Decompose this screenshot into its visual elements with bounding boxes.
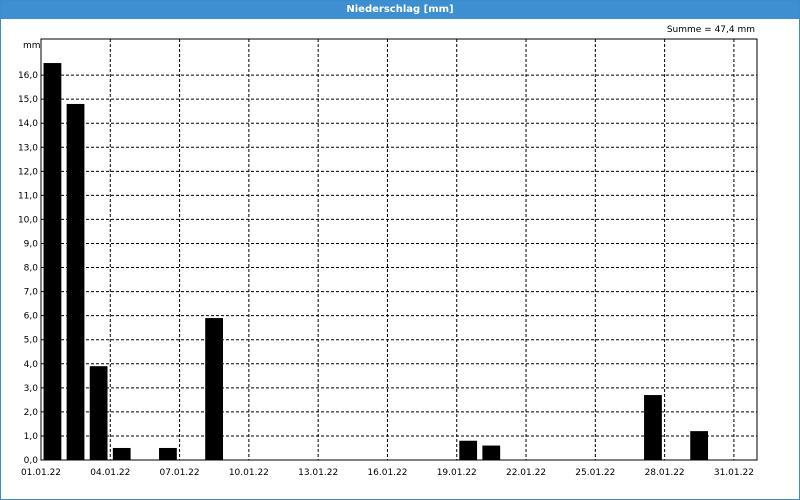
y-tick-label: 2,0	[24, 408, 39, 418]
precipitation-chart: mm 0,0 1,0 2,0 3,0 4,0 5,0 6,0 7,0 8,0 9,0 10,0 11,0…	[18, 38, 758, 478]
bar-20.01.22	[482, 445, 501, 460]
x-tick-label: 10.01.22	[229, 468, 269, 478]
y-axis-unit-label: mm	[23, 41, 41, 51]
bar-04.01.22	[112, 447, 131, 460]
x-tick-label: 04.01.22	[90, 468, 130, 478]
bar-03.01.22	[89, 366, 108, 460]
x-tick-label: 28.01.22	[645, 468, 685, 478]
y-tick-label: 1,0	[24, 432, 39, 442]
y-tick-label: 3,0	[24, 384, 39, 394]
x-tick-label: 07.01.22	[160, 468, 200, 478]
x-tick-label: 31.01.22	[714, 468, 754, 478]
bar-29.01.22	[690, 431, 709, 460]
x-tick-label: 13.01.22	[298, 468, 338, 478]
x-tick-label: 01.01.22	[21, 468, 61, 478]
y-tick-label: 7,0	[24, 288, 39, 298]
y-tick-label: 16,0	[18, 71, 38, 81]
y-tick-label: 15,0	[18, 95, 38, 105]
x-tick-label: 16.01.22	[367, 468, 407, 478]
bar-06.01.22	[159, 447, 177, 460]
bar-19.01.22	[459, 440, 478, 460]
bar-08.01.22	[205, 318, 224, 460]
x-tick-label: 19.01.22	[437, 468, 477, 478]
y-tick-label: 4,0	[24, 360, 39, 370]
bar-02.01.22	[66, 103, 85, 460]
y-tick-label: 13,0	[18, 143, 38, 153]
y-tick-label: 9,0	[24, 239, 39, 249]
y-tick-label: 8,0	[24, 264, 39, 274]
y-tick-label: 6,0	[24, 312, 39, 322]
y-tick-label: 10,0	[18, 215, 38, 225]
x-tick-label: 25.01.22	[575, 468, 615, 478]
bar-27.01.22	[644, 395, 662, 460]
x-tick-label: 22.01.22	[506, 468, 546, 478]
y-tick-label: 5,0	[24, 336, 39, 346]
y-tick-label: 0,0	[24, 456, 39, 466]
y-tick-label: 12,0	[18, 167, 38, 177]
bar-01.01.22	[43, 63, 62, 461]
y-tick-label: 11,0	[18, 191, 38, 201]
y-tick-label: 14,0	[18, 119, 38, 129]
